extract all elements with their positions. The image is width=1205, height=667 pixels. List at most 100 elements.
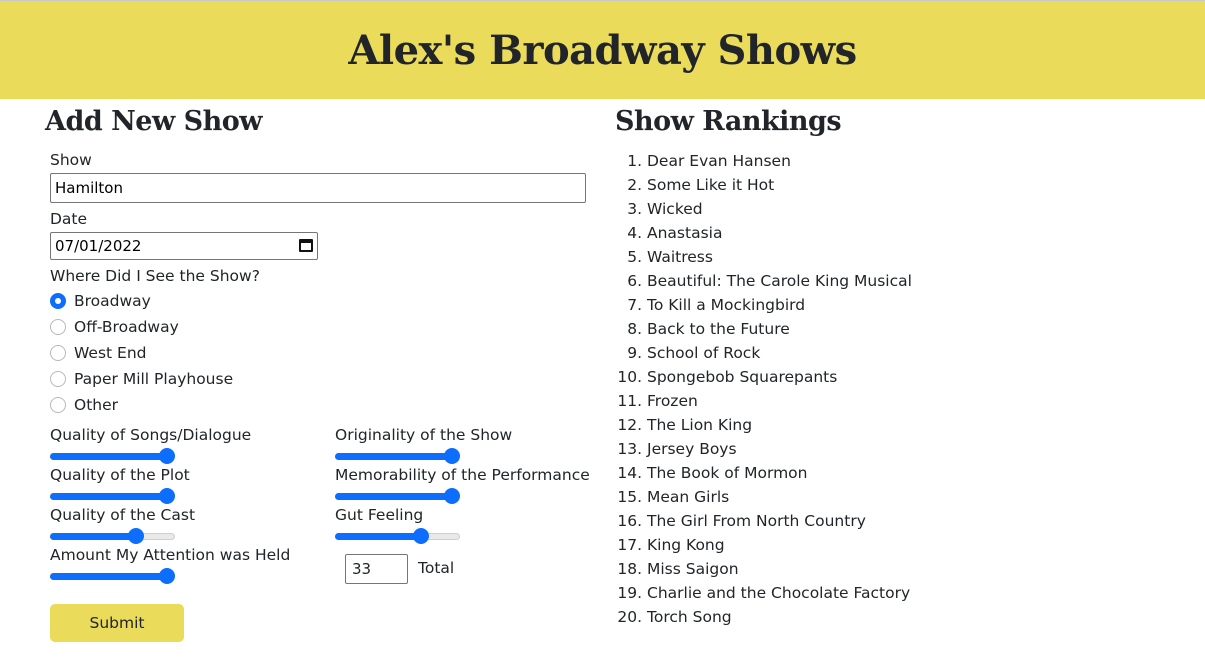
ranking-item: 18. Miss Saigon (616, 557, 912, 581)
slider-thumb[interactable] (128, 528, 145, 544)
rating-label: Amount My Attention was Held (50, 546, 291, 564)
ranking-item: 15. Mean Girls (616, 485, 912, 509)
ranking-number: 2. (627, 176, 647, 194)
ranking-number: 17. (617, 536, 647, 554)
ranking-show-name: Miss Saigon (647, 560, 739, 578)
location-option[interactable]: West End (50, 342, 147, 364)
slider-thumb[interactable] (159, 568, 175, 584)
ranking-number: 19. (617, 584, 647, 602)
ranking-show-name: Anastasia (647, 224, 723, 242)
rating-slider[interactable] (50, 568, 175, 584)
ranking-item: 14. The Book of Mormon (616, 461, 912, 485)
ranking-show-name: Charlie and the Chocolate Factory (647, 584, 911, 602)
rating-slider[interactable] (50, 528, 175, 544)
location-option[interactable]: Off-Broadway (50, 316, 179, 338)
location-radio[interactable] (50, 371, 66, 387)
ranking-number: 14. (617, 464, 647, 482)
ranking-number: 10. (617, 368, 647, 386)
total-value: 33 (352, 560, 372, 578)
location-option[interactable]: Other (50, 394, 118, 416)
ranking-show-name: Spongebob Squarepants (647, 368, 838, 386)
ranking-number: 8. (627, 320, 647, 338)
rating-label: Quality of the Plot (50, 466, 190, 484)
ranking-number: 18. (617, 560, 647, 578)
ranking-number: 6. (627, 272, 647, 290)
location-option-label: Other (74, 396, 119, 414)
ranking-number: 1. (627, 152, 647, 170)
ranking-show-name: Dear Evan Hansen (647, 152, 791, 170)
show-input-value: Hamilton (55, 179, 123, 197)
ranking-show-name: Frozen (647, 392, 698, 410)
location-option[interactable]: Paper Mill Playhouse (50, 368, 233, 390)
location-radio[interactable] (50, 397, 66, 413)
ranking-item: 20. Torch Song (616, 605, 912, 629)
rating-label: Memorability of the Performance (335, 466, 590, 484)
location-radio[interactable] (50, 293, 66, 309)
slider-fill (50, 453, 167, 460)
ranking-number: 5. (627, 248, 647, 266)
ranking-show-name: Waitress (647, 248, 713, 266)
total-label: Total (418, 559, 455, 577)
slider-thumb[interactable] (444, 448, 460, 464)
slider-fill (50, 493, 167, 500)
slider-fill (50, 533, 137, 540)
ranking-item: 9. School of Rock (616, 341, 912, 365)
submit-button[interactable]: Submit (50, 604, 184, 642)
ranking-item: 5. Waitress (616, 245, 912, 269)
ranking-show-name: School of Rock (647, 344, 761, 362)
slider-thumb[interactable] (159, 488, 175, 504)
date-input-value: 07/01/2022 (55, 237, 142, 255)
location-label: Where Did I See the Show? (50, 267, 260, 285)
rating-label: Quality of Songs/Dialogue (50, 426, 252, 444)
slider-thumb[interactable] (159, 448, 175, 464)
date-input[interactable]: 07/01/2022 (50, 232, 318, 260)
location-option-label: Paper Mill Playhouse (74, 370, 234, 388)
rating-slider[interactable] (335, 448, 460, 464)
ranking-number: 13. (617, 440, 647, 458)
ranking-show-name: To Kill a Mockingbird (647, 296, 806, 314)
ranking-number: 12. (617, 416, 647, 434)
show-label: Show (50, 151, 92, 169)
ranking-show-name: The Girl From North Country (647, 512, 866, 530)
slider-thumb[interactable] (413, 528, 430, 544)
ranking-item: 10. Spongebob Squarepants (616, 365, 912, 389)
slider-thumb[interactable] (444, 488, 460, 504)
rating-slider[interactable] (335, 488, 460, 504)
ranking-item: 13. Jersey Boys (616, 437, 912, 461)
ranking-item: 1. Dear Evan Hansen (616, 149, 912, 173)
ranking-number: 11. (617, 392, 647, 410)
ranking-number: 7. (627, 296, 647, 314)
total-input[interactable]: 33 (345, 554, 408, 584)
ranking-show-name: Jersey Boys (647, 440, 737, 458)
slider-fill (335, 493, 452, 500)
ranking-number: 3. (627, 200, 647, 218)
ranking-number: 15. (617, 488, 647, 506)
ranking-item: 2. Some Like it Hot (616, 173, 912, 197)
ranking-number: 9. (627, 344, 647, 362)
ranking-show-name: Mean Girls (647, 488, 730, 506)
ranking-item: 4. Anastasia (616, 221, 912, 245)
rating-slider[interactable] (335, 528, 460, 544)
calendar-icon[interactable] (299, 239, 313, 252)
ranking-number: 16. (617, 512, 647, 530)
location-option[interactable]: Broadway (50, 290, 151, 312)
page-title: Alex's Broadway Shows (348, 26, 857, 74)
ranking-item: 6. Beautiful: The Carole King Musical (616, 269, 912, 293)
header-banner: Alex's Broadway Shows (0, 0, 1205, 99)
ranking-item: 3. Wicked (616, 197, 912, 221)
location-radio[interactable] (50, 319, 66, 335)
location-option-label: Off-Broadway (74, 318, 179, 336)
ranking-item: 19. Charlie and the Chocolate Factory (616, 581, 912, 605)
slider-fill (50, 573, 167, 580)
rating-slider[interactable] (50, 448, 175, 464)
rankings-list: 1. Dear Evan Hansen 2. Some Like it Hot 3.… (616, 149, 912, 629)
rating-label: Originality of the Show (335, 426, 513, 444)
slider-fill (335, 453, 452, 460)
show-input[interactable]: Hamilton (50, 173, 586, 203)
add-show-title: Add New Show (45, 106, 263, 137)
ranking-number: 4. (627, 224, 647, 242)
location-radio[interactable] (50, 345, 66, 361)
rankings-title: Show Rankings (615, 106, 842, 137)
rating-slider[interactable] (50, 488, 175, 504)
ranking-item: 11. Frozen (616, 389, 912, 413)
